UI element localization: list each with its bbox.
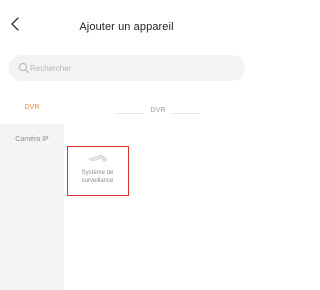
- divider: [172, 113, 200, 114]
- divider: [116, 113, 144, 114]
- header-bar: Ajouter un appareil: [0, 0, 253, 46]
- device-label: Système de surveillance: [81, 170, 114, 184]
- category-sidebar: DVR Caméra IP: [0, 92, 64, 290]
- device-list-panel: DVR Système de surveillance: [64, 92, 253, 290]
- search-input[interactable]: [30, 58, 230, 78]
- search-bar[interactable]: [9, 55, 245, 81]
- camera-dvr-icon: [88, 154, 107, 163]
- section-title: DVR: [150, 107, 166, 114]
- sidebar-item-ip-camera[interactable]: Caméra IP: [0, 124, 64, 156]
- search-icon: [18, 62, 30, 74]
- page-title: Ajouter un appareil: [79, 21, 174, 33]
- sidebar-item-dvr[interactable]: DVR: [0, 92, 64, 124]
- device-card-surveillance-system[interactable]: Système de surveillance: [67, 146, 129, 196]
- section-header: DVR: [64, 106, 253, 120]
